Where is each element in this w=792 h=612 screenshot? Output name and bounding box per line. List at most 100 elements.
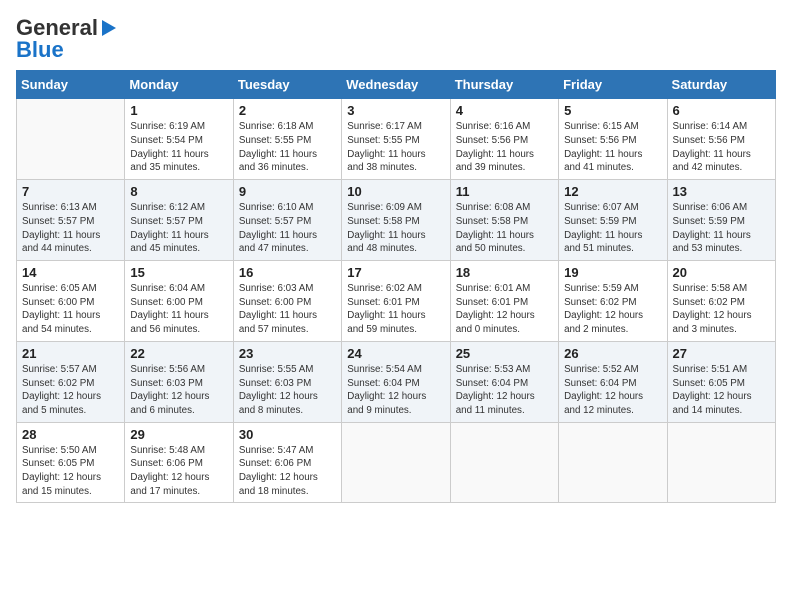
calendar-cell: 8Sunrise: 6:12 AM Sunset: 5:57 PM Daylig… [125,180,233,261]
calendar-cell: 21 Sunrise: 5:57 AM Sunset: 6:02 PM Dayli… [17,341,125,422]
calendar-cell: 23 Sunrise: 5:55 AM Sunset: 6:03 PM Dayli… [233,341,341,422]
day-number: 15 [130,265,227,280]
day-number: 29 [130,427,227,442]
day-number: 19 [564,265,661,280]
day-info: Sunrise: 6:10 AM Sunset: 5:57 PM Dayligh… [239,201,336,256]
day-info: Sunrise: 6:01 AM Sunset: 6:01 PM Dayligh… [456,282,553,337]
calendar-cell: 29 Sunrise: 5:48 AM Sunset: 6:06 PM Dayli… [125,422,233,503]
day-info: Sunrise: 6:19 AM Sunset: 5:54 PM Dayligh… [130,120,227,175]
day-number: 3 [347,103,444,118]
calendar-cell: 19 Sunrise: 5:59 AM Sunset: 6:02 PM Dayli… [559,261,667,342]
day-info: Sunrise: 5:51 AM Sunset: 6:05 PM Dayligh… [673,363,770,418]
calendar-cell: 27Sunrise: 5:51 AM Sunset: 6:05 PM Dayli… [667,341,775,422]
header-row: SundayMondayTuesdayWednesdayThursdayFrid… [17,71,776,99]
day-info: Sunrise: 5:55 AM Sunset: 6:03 PM Dayligh… [239,363,336,418]
calendar-row-4: 21 Sunrise: 5:57 AM Sunset: 6:02 PM Dayli… [17,341,776,422]
day-number: 26 [564,346,661,361]
logo-text-blue: Blue [16,38,64,62]
logo: General Blue [16,16,116,62]
calendar-cell: 10Sunrise: 6:09 AM Sunset: 5:58 PM Dayli… [342,180,450,261]
day-number: 21 [22,346,119,361]
day-info: Sunrise: 6:09 AM Sunset: 5:58 PM Dayligh… [347,201,444,256]
calendar-cell: 13 Sunrise: 6:06 AM Sunset: 5:59 PM Dayli… [667,180,775,261]
calendar-cell [342,422,450,503]
day-number: 24 [347,346,444,361]
day-number: 14 [22,265,119,280]
day-number: 18 [456,265,553,280]
header-day-wednesday: Wednesday [342,71,450,99]
calendar-cell: 9 Sunrise: 6:10 AM Sunset: 5:57 PM Daylig… [233,180,341,261]
calendar-cell [17,99,125,180]
day-info: Sunrise: 6:18 AM Sunset: 5:55 PM Dayligh… [239,120,336,175]
calendar-cell: 25 Sunrise: 5:53 AM Sunset: 6:04 PM Dayli… [450,341,558,422]
calendar-cell: 17 Sunrise: 6:02 AM Sunset: 6:01 PM Dayli… [342,261,450,342]
header-day-sunday: Sunday [17,71,125,99]
header-day-thursday: Thursday [450,71,558,99]
calendar-table: SundayMondayTuesdayWednesdayThursdayFrid… [16,70,776,503]
day-info: Sunrise: 5:50 AM Sunset: 6:05 PM Dayligh… [22,444,119,499]
day-number: 28 [22,427,119,442]
day-number: 20 [673,265,770,280]
day-number: 1 [130,103,227,118]
day-info: Sunrise: 6:08 AM Sunset: 5:58 PM Dayligh… [456,201,553,256]
day-number: 8 [130,184,227,199]
day-info: Sunrise: 5:57 AM Sunset: 6:02 PM Dayligh… [22,363,119,418]
calendar-cell: 1 Sunrise: 6:19 AM Sunset: 5:54 PM Daylig… [125,99,233,180]
day-number: 11 [456,184,553,199]
header-day-tuesday: Tuesday [233,71,341,99]
calendar-cell: 5 Sunrise: 6:15 AM Sunset: 5:56 PM Daylig… [559,99,667,180]
calendar-cell: 22 Sunrise: 5:56 AM Sunset: 6:03 PM Dayli… [125,341,233,422]
calendar-cell: 30Sunrise: 5:47 AM Sunset: 6:06 PM Dayli… [233,422,341,503]
calendar-row-2: 7 Sunrise: 6:13 AM Sunset: 5:57 PM Daylig… [17,180,776,261]
day-info: Sunrise: 5:47 AM Sunset: 6:06 PM Dayligh… [239,444,336,499]
calendar-cell [559,422,667,503]
day-number: 13 [673,184,770,199]
day-number: 5 [564,103,661,118]
day-info: Sunrise: 6:13 AM Sunset: 5:57 PM Dayligh… [22,201,119,256]
day-info: Sunrise: 6:15 AM Sunset: 5:56 PM Dayligh… [564,120,661,175]
calendar-cell: 3 Sunrise: 6:17 AM Sunset: 5:55 PM Daylig… [342,99,450,180]
day-info: Sunrise: 6:04 AM Sunset: 6:00 PM Dayligh… [130,282,227,337]
day-number: 9 [239,184,336,199]
page-header: General Blue [16,16,776,62]
day-number: 17 [347,265,444,280]
day-number: 12 [564,184,661,199]
day-info: Sunrise: 6:17 AM Sunset: 5:55 PM Dayligh… [347,120,444,175]
day-info: Sunrise: 5:52 AM Sunset: 6:04 PM Dayligh… [564,363,661,418]
calendar-cell [667,422,775,503]
calendar-cell [450,422,558,503]
day-info: Sunrise: 5:56 AM Sunset: 6:03 PM Dayligh… [130,363,227,418]
day-info: Sunrise: 5:59 AM Sunset: 6:02 PM Dayligh… [564,282,661,337]
day-number: 4 [456,103,553,118]
day-info: Sunrise: 6:06 AM Sunset: 5:59 PM Dayligh… [673,201,770,256]
day-info: Sunrise: 6:14 AM Sunset: 5:56 PM Dayligh… [673,120,770,175]
calendar-row-1: 1 Sunrise: 6:19 AM Sunset: 5:54 PM Daylig… [17,99,776,180]
calendar-cell: 20 Sunrise: 5:58 AM Sunset: 6:02 PM Dayli… [667,261,775,342]
calendar-cell: 14Sunrise: 6:05 AM Sunset: 6:00 PM Dayli… [17,261,125,342]
day-number: 23 [239,346,336,361]
calendar-cell: 26 Sunrise: 5:52 AM Sunset: 6:04 PM Dayli… [559,341,667,422]
day-info: Sunrise: 6:03 AM Sunset: 6:00 PM Dayligh… [239,282,336,337]
calendar-body: 1 Sunrise: 6:19 AM Sunset: 5:54 PM Daylig… [17,99,776,503]
day-info: Sunrise: 5:54 AM Sunset: 6:04 PM Dayligh… [347,363,444,418]
calendar-cell: 4Sunrise: 6:16 AM Sunset: 5:56 PM Daylig… [450,99,558,180]
calendar-cell: 6 Sunrise: 6:14 AM Sunset: 5:56 PM Daylig… [667,99,775,180]
calendar-cell: 15 Sunrise: 6:04 AM Sunset: 6:00 PM Dayli… [125,261,233,342]
calendar-cell: 2 Sunrise: 6:18 AM Sunset: 5:55 PM Daylig… [233,99,341,180]
day-info: Sunrise: 6:02 AM Sunset: 6:01 PM Dayligh… [347,282,444,337]
day-info: Sunrise: 5:48 AM Sunset: 6:06 PM Dayligh… [130,444,227,499]
day-number: 2 [239,103,336,118]
day-info: Sunrise: 5:53 AM Sunset: 6:04 PM Dayligh… [456,363,553,418]
calendar-cell: 16 Sunrise: 6:03 AM Sunset: 6:00 PM Dayli… [233,261,341,342]
calendar-cell: 24 Sunrise: 5:54 AM Sunset: 6:04 PM Dayli… [342,341,450,422]
day-number: 6 [673,103,770,118]
day-info: Sunrise: 6:07 AM Sunset: 5:59 PM Dayligh… [564,201,661,256]
day-info: Sunrise: 5:58 AM Sunset: 6:02 PM Dayligh… [673,282,770,337]
day-number: 7 [22,184,119,199]
day-number: 16 [239,265,336,280]
header-day-monday: Monday [125,71,233,99]
header-day-saturday: Saturday [667,71,775,99]
calendar-header: SundayMondayTuesdayWednesdayThursdayFrid… [17,71,776,99]
day-number: 25 [456,346,553,361]
day-number: 22 [130,346,227,361]
